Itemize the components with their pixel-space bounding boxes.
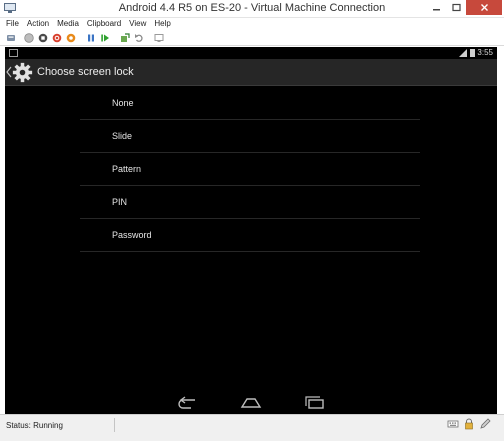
- wifi-icon: [459, 49, 467, 57]
- menu-clipboard[interactable]: Clipboard: [87, 18, 121, 30]
- option-pattern[interactable]: Pattern: [80, 153, 420, 186]
- revert-icon[interactable]: [134, 33, 144, 43]
- settings-gear-icon[interactable]: [12, 62, 33, 83]
- menu-help[interactable]: Help: [154, 18, 170, 30]
- toolbar: [0, 30, 504, 46]
- battery-icon: [470, 49, 475, 57]
- back-icon[interactable]: [175, 396, 199, 409]
- notification-icon: [9, 49, 18, 57]
- android-nav-bar: [5, 391, 497, 414]
- ctrl-alt-del-icon[interactable]: [6, 33, 16, 43]
- menu-file[interactable]: File: [6, 18, 19, 30]
- menu-action[interactable]: Action: [27, 18, 49, 30]
- save-icon[interactable]: [66, 33, 76, 43]
- status-time: 3:55: [477, 48, 493, 57]
- pause-icon[interactable]: [86, 33, 96, 43]
- action-bar: Choose screen lock: [5, 59, 497, 86]
- menu-media[interactable]: Media: [57, 18, 79, 30]
- option-pin[interactable]: PIN: [80, 186, 420, 219]
- start-icon[interactable]: [24, 33, 34, 43]
- home-icon[interactable]: [239, 396, 263, 409]
- pen-icon[interactable]: [479, 418, 491, 430]
- checkpoint-icon[interactable]: [120, 33, 130, 43]
- keyboard-icon[interactable]: [447, 418, 459, 430]
- enhanced-session-icon[interactable]: [154, 33, 164, 43]
- window-title-bar: Android 4.4 R5 on ES-20 - Virtual Machin…: [0, 0, 504, 18]
- status-divider: [114, 418, 115, 432]
- turn-off-icon[interactable]: [38, 33, 48, 43]
- screen-lock-options: None Slide Pattern PIN Password: [80, 87, 420, 252]
- action-bar-title: Choose screen lock: [37, 66, 134, 78]
- menu-bar: File Action Media Clipboard View Help: [0, 18, 504, 30]
- window-status-bar: Status: Running: [0, 414, 504, 441]
- restore-icon[interactable]: [446, 0, 466, 15]
- close-icon[interactable]: [466, 0, 502, 15]
- option-password[interactable]: Password: [80, 219, 420, 252]
- vm-screen[interactable]: 3:55 Choose screen lock None Slide Patte…: [5, 47, 497, 414]
- option-none[interactable]: None: [80, 87, 420, 120]
- recent-apps-icon[interactable]: [303, 396, 327, 409]
- minimize-icon[interactable]: [426, 0, 446, 15]
- lock-icon[interactable]: [463, 418, 475, 430]
- vm-status: Status: Running: [6, 421, 63, 430]
- option-slide[interactable]: Slide: [80, 120, 420, 153]
- window-controls: [426, 0, 502, 15]
- menu-view[interactable]: View: [129, 18, 146, 30]
- shut-down-icon[interactable]: [52, 33, 62, 43]
- android-status-bar: 3:55: [5, 47, 497, 59]
- resume-icon[interactable]: [100, 33, 110, 43]
